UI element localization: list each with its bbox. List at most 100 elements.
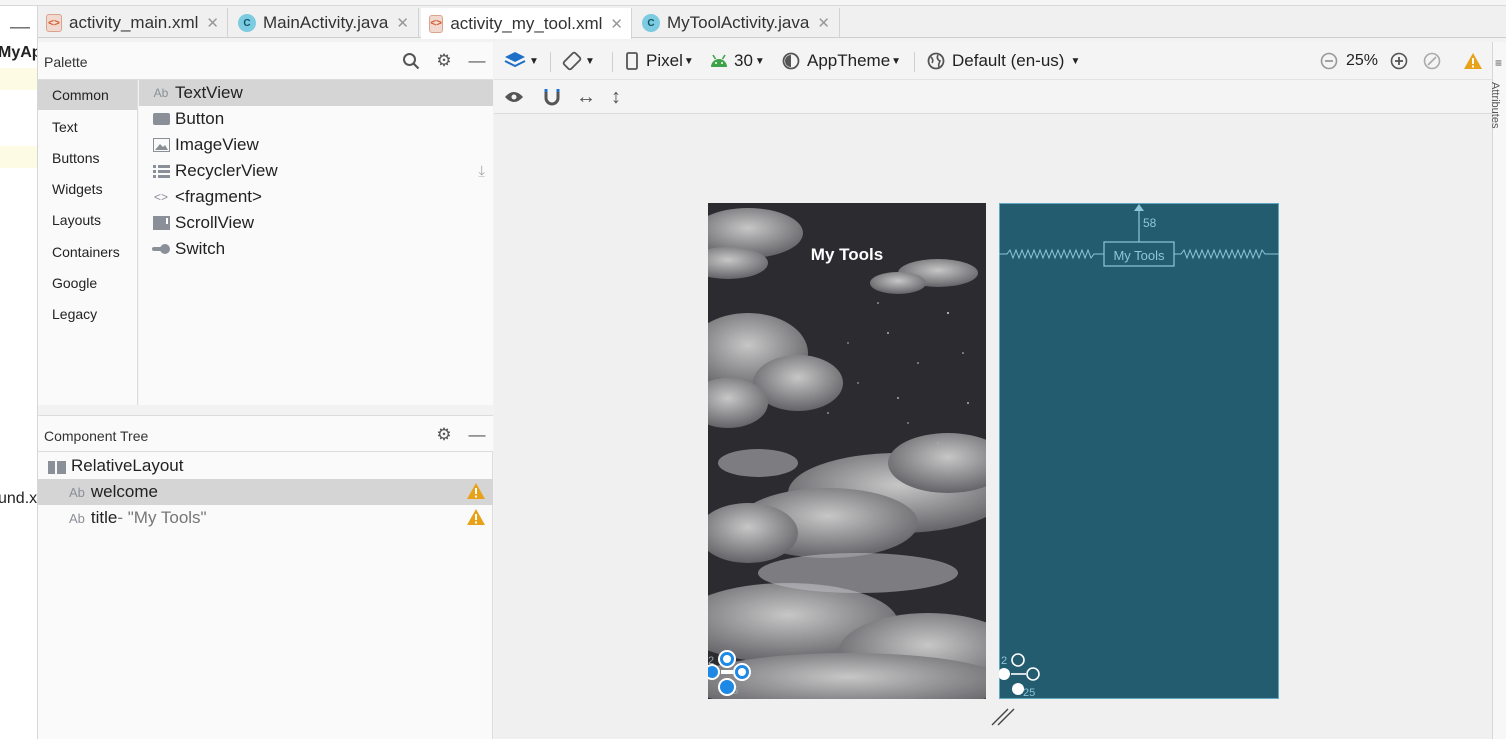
divider: [914, 52, 915, 72]
warning-icon[interactable]: [467, 509, 485, 525]
zoom-fit-button[interactable]: [1423, 42, 1441, 80]
component-tree-header: Component Tree ⚙ —: [38, 415, 493, 452]
divider: [550, 52, 551, 72]
widget-switch[interactable]: Switch: [139, 236, 493, 262]
widget-textview[interactable]: Ab TextView: [139, 80, 493, 106]
warning-icon[interactable]: [467, 483, 485, 499]
textview-icon: Ab: [69, 510, 85, 526]
attributes-tab-icon[interactable]: ≡: [1495, 56, 1502, 70]
zoom-in-button[interactable]: [1390, 42, 1408, 80]
theme-selector[interactable]: AppTheme ▼: [782, 42, 901, 80]
chevron-down-icon: ▼: [585, 55, 595, 67]
palette-title: Palette: [44, 54, 88, 70]
night-sky-background: [708, 203, 986, 699]
collapse-icon[interactable]: —: [10, 16, 30, 39]
category-buttons[interactable]: Buttons: [38, 143, 137, 173]
attributes-tab-label[interactable]: Attributes: [1489, 82, 1501, 128]
eye-icon: [505, 92, 523, 102]
tab-activity-main-xml[interactable]: <> activity_main.xml ✕: [38, 8, 228, 38]
device-selector[interactable]: Pixel ▼: [626, 42, 694, 80]
gear-icon[interactable]: ⚙: [434, 425, 454, 445]
close-icon[interactable]: ✕: [206, 14, 219, 32]
category-text[interactable]: Text: [38, 112, 137, 142]
highlight-row: [0, 68, 37, 90]
button-icon: [152, 111, 170, 127]
view-options-button[interactable]: [504, 80, 524, 114]
layers-icon: [504, 52, 526, 68]
widget-fragment[interactable]: <> <fragment>: [139, 184, 493, 210]
close-icon[interactable]: ✕: [610, 15, 623, 33]
svg-text:25: 25: [1023, 687, 1035, 699]
horizontal-expand-icon[interactable]: ↔: [576, 80, 596, 114]
theme-icon: [782, 52, 800, 70]
tree-item-welcome[interactable]: Ab welcome: [38, 479, 493, 505]
search-icon[interactable]: [401, 51, 421, 71]
chevron-down-icon: ▼: [754, 55, 765, 67]
design-preview[interactable]: My Tools 2 25: [708, 203, 986, 699]
category-legacy[interactable]: Legacy: [38, 299, 137, 329]
project-file-label[interactable]: und.xr: [0, 490, 37, 508]
widget-recyclerview[interactable]: RecyclerView ⤓: [139, 158, 493, 184]
margin-value-label: 58: [1143, 216, 1157, 230]
design-canvas[interactable]: [494, 114, 1492, 739]
zoom-out-icon: [1320, 52, 1338, 70]
tab-label: activity_main.xml: [69, 13, 199, 32]
widget-imageview[interactable]: ImageView: [139, 132, 493, 158]
widget-scrollview[interactable]: ScrollView: [139, 210, 493, 236]
project-name-label[interactable]: MyAp: [0, 44, 37, 62]
locale-selector[interactable]: Default (en-us) ▼: [927, 42, 1080, 80]
switch-icon: [152, 241, 170, 257]
minimize-icon[interactable]: —: [467, 51, 487, 71]
design-toolbar: ▼ ▼ Pixel ▼ 30 ▼ AppTheme ▼ Default (en-…: [494, 42, 1492, 80]
category-common[interactable]: Common: [38, 80, 137, 110]
zoom-reset-icon: [1423, 52, 1441, 70]
preview-title-text[interactable]: My Tools: [708, 245, 986, 265]
layout-icon: [48, 459, 66, 474]
tab-my-tool-activity-java[interactable]: C MyToolActivity.java ✕: [634, 8, 840, 38]
palette-categories: Common Text Buttons Widgets Layouts Cont…: [38, 80, 138, 405]
api-selector[interactable]: 30 ▼: [710, 42, 765, 80]
tree-item-relativelayout[interactable]: RelativeLayout: [38, 453, 493, 479]
list-icon: [152, 163, 170, 179]
zoom-out-button[interactable]: [1320, 42, 1338, 80]
phone-icon: [626, 52, 638, 70]
textview-icon: Ab: [153, 86, 169, 100]
tree-item-title[interactable]: Ab title - "My Tools": [38, 505, 493, 531]
blueprint-title-label: My Tools: [1113, 248, 1165, 263]
blueprint-preview[interactable]: 2 25 58 My Tools: [999, 203, 1279, 699]
widget-button[interactable]: Button: [139, 106, 493, 132]
download-icon[interactable]: ⤓: [478, 163, 485, 180]
tab-main-activity-java[interactable]: C MainActivity.java ✕: [230, 8, 419, 38]
autoconnect-button[interactable]: [543, 80, 561, 114]
minimize-icon[interactable]: —: [467, 425, 487, 445]
gear-icon[interactable]: ⚙: [434, 51, 454, 71]
warning-icon: [1464, 53, 1482, 69]
design-surface-button[interactable]: ▼: [504, 42, 539, 80]
project-panel-strip: — MyAp und.xr: [0, 6, 38, 739]
design-toolbar-secondary: ↔ ↕: [494, 80, 1492, 114]
xml-file-icon: <>: [429, 14, 444, 33]
java-class-icon: C: [238, 14, 256, 32]
category-containers[interactable]: Containers: [38, 237, 137, 267]
constraint-handles[interactable]: 2 25: [708, 650, 760, 699]
attributes-panel-strip[interactable]: ≡ Attributes: [1489, 42, 1506, 739]
vertical-expand-icon[interactable]: ↕: [611, 80, 621, 114]
divider: [612, 52, 613, 72]
rotate-icon: [562, 51, 582, 71]
resize-handle-icon[interactable]: [990, 705, 1016, 727]
issues-button[interactable]: [1464, 42, 1482, 80]
zoom-level: 25%: [1346, 52, 1379, 69]
category-widgets[interactable]: Widgets: [38, 174, 137, 204]
textview-icon: Ab: [69, 484, 85, 500]
close-icon[interactable]: ✕: [396, 14, 409, 32]
chevron-down-icon: ▼: [891, 55, 902, 67]
scrollview-icon: [152, 215, 170, 231]
category-layouts[interactable]: Layouts: [38, 205, 137, 235]
tab-activity-my-tool-xml[interactable]: <> activity_my_tool.xml ✕: [421, 8, 632, 39]
orientation-button[interactable]: ▼: [562, 42, 595, 80]
category-google[interactable]: Google: [38, 268, 137, 298]
palette-header: Palette ⚙ —: [38, 42, 493, 80]
blueprint-constraints: 2 25: [999, 204, 1279, 699]
image-icon: [152, 137, 170, 153]
close-icon[interactable]: ✕: [817, 14, 830, 32]
